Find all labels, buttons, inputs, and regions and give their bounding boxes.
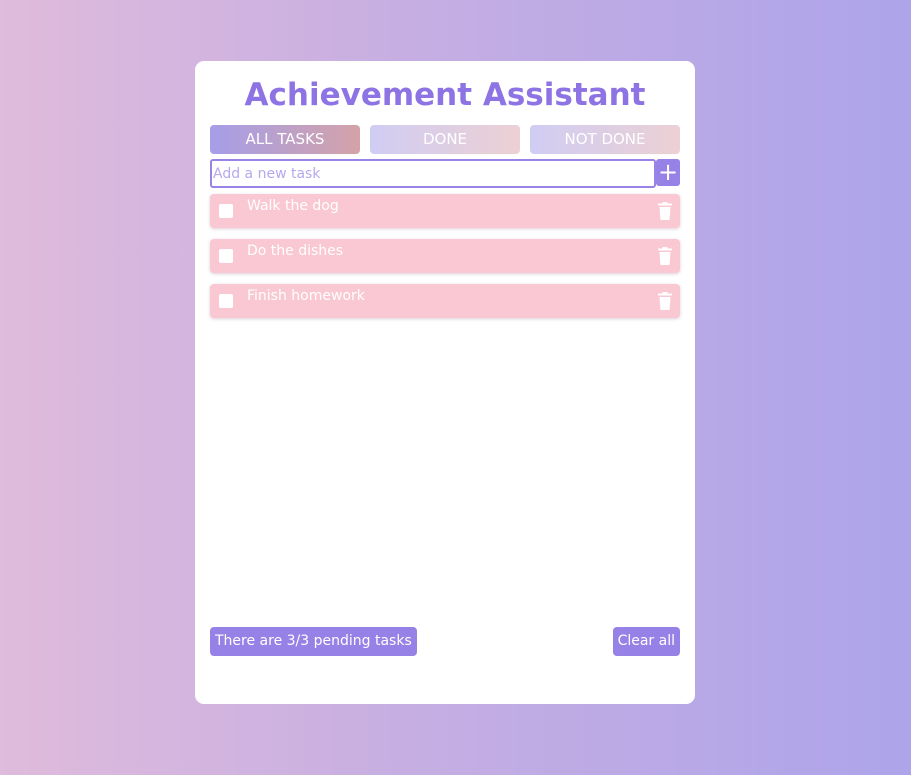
plus-icon: + — [657, 158, 679, 186]
tab-all-tasks[interactable]: ALL TASKS — [210, 125, 360, 154]
filter-tabs: ALL TASKS DONE NOT DONE — [210, 125, 680, 154]
trash-icon[interactable] — [658, 202, 672, 220]
task-item: Walk the dog — [210, 194, 680, 228]
task-item: Finish homework — [210, 284, 680, 318]
task-checkbox[interactable] — [219, 294, 233, 308]
trash-icon[interactable] — [658, 247, 672, 265]
task-list: Walk the dog Do the dishes Finish homewo… — [210, 194, 680, 329]
task-checkbox[interactable] — [219, 204, 233, 218]
add-task-row: + — [210, 159, 680, 188]
task-text: Do the dishes — [247, 243, 344, 259]
add-task-button[interactable]: + — [656, 159, 680, 186]
new-task-input[interactable] — [210, 159, 656, 188]
task-text: Walk the dog — [247, 198, 339, 214]
tab-done[interactable]: DONE — [370, 125, 520, 154]
clear-all-button[interactable]: Clear all — [612, 627, 680, 656]
task-item: Do the dishes — [210, 239, 680, 273]
trash-icon[interactable] — [658, 292, 672, 310]
task-checkbox[interactable] — [219, 249, 233, 263]
tab-not-done[interactable]: NOT DONE — [530, 125, 680, 154]
task-text: Finish homework — [247, 288, 365, 304]
page-title: Achievement Assistant — [244, 77, 646, 113]
todo-card: Achievement Assistant ALL TASKS DONE NOT… — [195, 61, 695, 704]
pending-tasks-count: There are 3/3 pending tasks — [210, 627, 417, 656]
